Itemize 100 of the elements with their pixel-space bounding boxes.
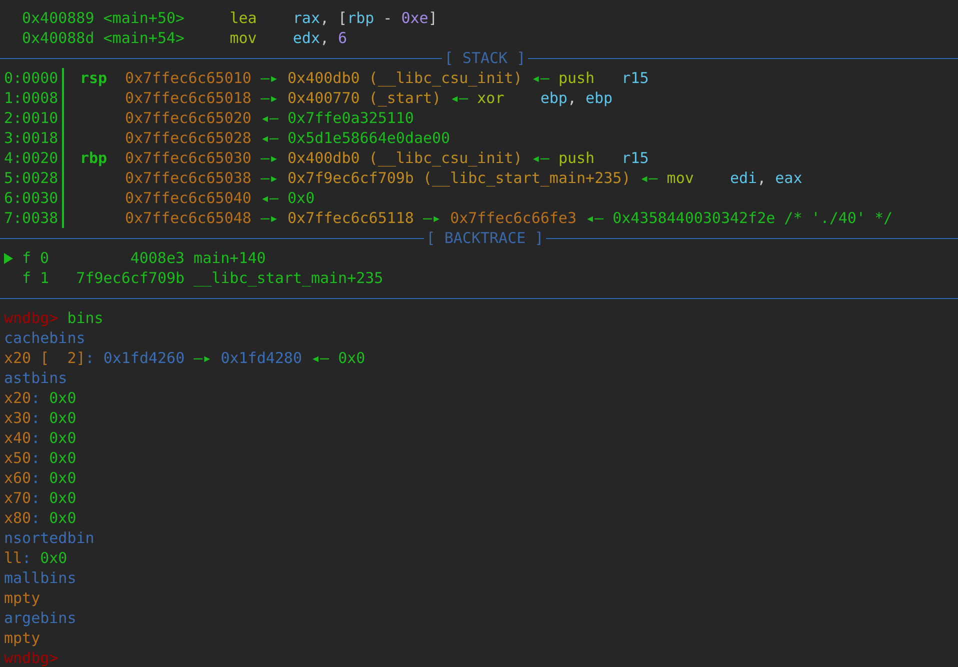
stack-address-text: 0x7ffec6c65028 xyxy=(125,128,252,148)
register-text: rax xyxy=(292,8,320,28)
function-text: __libc_start_main+235 xyxy=(194,268,384,288)
heading-text: nsortedbin xyxy=(4,528,94,548)
bracket-text: [ xyxy=(338,8,348,28)
frame-number-text: f 0 xyxy=(22,248,50,268)
register-text: ebp xyxy=(586,88,613,108)
colon-text: : xyxy=(85,348,94,368)
value-text: 0x0 xyxy=(40,548,68,568)
value-text: 0x7ffe0a325110 xyxy=(288,108,414,128)
arrow-text: ◂— xyxy=(640,168,658,188)
arrow-text: ◂— xyxy=(531,148,550,168)
arrow-text: ◂— xyxy=(586,208,604,228)
stack-offset-text: 3:0018 xyxy=(4,128,58,148)
stack-address-text: 0x7ffec6c66fe3 xyxy=(450,208,576,228)
stack-address-text: 0x7ffec6c65048 xyxy=(125,208,252,228)
value-text: 0x0 xyxy=(49,508,76,528)
register-text: r15 xyxy=(622,68,649,88)
arrow-text: ◂— xyxy=(260,128,279,148)
number-text: 6 xyxy=(338,28,348,48)
symbol-text: <main+50> xyxy=(103,8,186,28)
frame-number-text: f 1 xyxy=(22,268,50,288)
register-text: r15 xyxy=(622,148,649,168)
register-text: edi xyxy=(730,168,758,188)
heading-text: astbins xyxy=(4,368,68,388)
register-text: eax xyxy=(775,168,802,188)
heading-text: argebins xyxy=(4,608,76,628)
instruction-text: xor xyxy=(477,88,506,108)
code-pointer-text: 0x7f9ec6cf709b (__libc_start_main+235) xyxy=(288,168,631,188)
arrow-text: —▸ xyxy=(422,208,442,228)
stack-offset-text: 2:0010 xyxy=(4,108,58,128)
comma-text: , xyxy=(320,28,330,48)
stack-address-text: 0x7ffec6c65010 xyxy=(125,68,252,88)
value-text: 0x0 xyxy=(49,488,76,508)
value-text: 0x0 xyxy=(49,408,76,428)
instruction-text: push xyxy=(558,68,596,88)
bin-size-text: x60 xyxy=(4,468,32,488)
code-pointer-text: 0x400770 (_start) xyxy=(288,88,442,108)
section-header: [ STACK ] xyxy=(443,48,527,68)
register-text: ebp xyxy=(540,88,568,108)
bin-size-text: x30 xyxy=(4,408,32,428)
arrow-text: ◂— xyxy=(311,348,330,368)
stack-offset-text: 4:0020 xyxy=(4,148,58,168)
bin-size-text: x40 xyxy=(4,428,32,448)
bin-size-text: x20 xyxy=(4,388,32,408)
symbol-text: <main+54> xyxy=(103,28,186,48)
arrow-text: —▸ xyxy=(260,68,279,88)
instruction-text: mov xyxy=(666,168,695,188)
function-text: main+140 xyxy=(194,248,266,268)
arrow-text: ◂— xyxy=(260,108,279,128)
bin-size-text: x70 xyxy=(4,488,32,508)
colon-text: : xyxy=(31,448,40,468)
arrow-text: —▸ xyxy=(260,168,279,188)
instruction-text: mov xyxy=(230,28,258,48)
value-text: 0x5d1e58664e0dae00 xyxy=(288,128,450,148)
stack-address-text: 0x7ffec6c65030 xyxy=(125,148,252,168)
bin-size-text: x50 xyxy=(4,448,32,468)
heap-address-text: 0x1fd4260 xyxy=(103,348,185,368)
arrow-text: —▸ xyxy=(260,148,279,168)
heading-text: mallbins xyxy=(4,568,76,588)
stack-offset-text: 7:0038 xyxy=(4,208,58,228)
colon-text: : xyxy=(31,508,40,528)
stack-address-text: 0x7ffec6c65020 xyxy=(125,108,252,128)
heading-text: cachebins xyxy=(4,328,86,348)
comma-text: , xyxy=(567,88,576,108)
arrow-text: ◂— xyxy=(450,88,468,108)
comma-text: , xyxy=(757,168,766,188)
stack-offset-text: 1:0008 xyxy=(4,88,58,108)
command-text: bins xyxy=(67,308,104,328)
register-label: rbp xyxy=(80,149,108,167)
stack-offset-text: 6:0030 xyxy=(4,188,58,208)
colon-text: : xyxy=(31,488,40,508)
instruction-text: push xyxy=(558,148,596,168)
arrow-text: ◂— xyxy=(531,68,550,88)
code-pointer-text: 0x400db0 (__libc_csu_init) xyxy=(288,148,522,168)
bin-size-text: x20 [ 2] xyxy=(4,348,86,368)
code-pointer-text: 0x400db0 (__libc_csu_init) xyxy=(288,68,522,88)
bin-size-text: mpty xyxy=(4,628,40,648)
colon-text: : xyxy=(31,408,40,428)
value-text: 0x0 xyxy=(49,388,76,408)
address-text: 0x400889 xyxy=(22,8,96,28)
register-text: edx xyxy=(292,28,320,48)
stack-address-text: 0x7ffec6c65038 xyxy=(125,168,252,188)
frame-address-text: 7f9ec6cf709b xyxy=(76,268,185,288)
value-text: 0x0 xyxy=(49,468,76,488)
value-text: 0x0 xyxy=(338,348,366,368)
minus-text: - xyxy=(383,8,392,28)
prompt-text: wndbg> xyxy=(4,648,58,667)
bin-size-text: ll xyxy=(4,548,22,568)
instruction-text: lea xyxy=(230,8,258,28)
bracket-text: ] xyxy=(428,8,438,28)
register-label: rsp xyxy=(80,69,108,87)
arrow-text: ◂— xyxy=(260,188,279,208)
value-text: 0x0 xyxy=(49,448,76,468)
arrow-text: —▸ xyxy=(260,208,279,228)
comma-text: , xyxy=(320,8,330,28)
bin-size-text: x80 xyxy=(4,508,32,528)
code-pointer-text: 0x7ffec6c65118 xyxy=(288,208,414,228)
section-header: [ BACKTRACE ] xyxy=(425,228,545,248)
value-text: 0x0 xyxy=(288,188,315,208)
